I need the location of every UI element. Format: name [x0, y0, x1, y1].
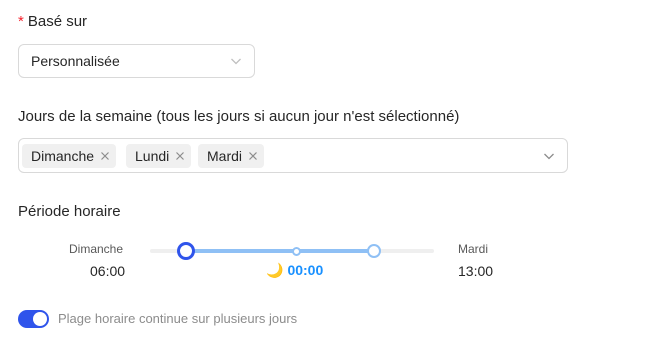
- time-period-label: Période horaire: [18, 203, 121, 220]
- time-slider-end-handle[interactable]: [367, 244, 381, 258]
- weekdays-label: Jours de la semaine (tous les jours si a…: [18, 108, 460, 125]
- close-icon[interactable]: [175, 151, 185, 161]
- based-on-label-text: Basé sur: [27, 13, 88, 30]
- time-slider-range: [186, 249, 374, 253]
- midnight-time: 00:00: [287, 262, 324, 278]
- weekday-tag-label: Dimanche: [31, 148, 95, 164]
- weekday-tag-label: Lundi: [135, 148, 170, 164]
- midnight-marker: 🌙 00:00: [266, 262, 323, 279]
- end-day-label: Mardi: [458, 242, 489, 256]
- time-slider-midnight-dot: [292, 247, 301, 256]
- toggle-knob: [33, 312, 47, 326]
- weekdays-select[interactable]: Dimanche Lundi Mardi: [18, 138, 568, 173]
- required-mark: *: [18, 13, 24, 30]
- based-on-select-value: Personnalisée: [31, 53, 120, 69]
- weekday-tag-mardi: Mardi: [198, 144, 265, 168]
- based-on-select[interactable]: Personnalisée: [18, 44, 255, 78]
- based-on-label: * Basé sur: [18, 13, 87, 30]
- start-day-label: Dimanche: [69, 242, 124, 256]
- end-time-value: 13:00: [458, 263, 494, 279]
- weekday-tag-lundi: Lundi: [126, 144, 192, 168]
- continuous-toggle-label: Plage horaire continue sur plusieurs jou…: [58, 311, 298, 326]
- weekday-tag-dimanche: Dimanche: [22, 144, 117, 168]
- close-icon[interactable]: [100, 151, 110, 161]
- moon-icon: 🌙: [266, 262, 284, 278]
- weekday-tag-label: Mardi: [207, 148, 243, 164]
- chevron-down-icon: [544, 153, 554, 159]
- start-time-value: 06:00: [90, 263, 126, 279]
- time-slider-start-handle[interactable]: [177, 242, 195, 260]
- close-icon[interactable]: [248, 151, 258, 161]
- chevron-down-icon: [231, 58, 241, 65]
- continuous-toggle[interactable]: [18, 310, 49, 328]
